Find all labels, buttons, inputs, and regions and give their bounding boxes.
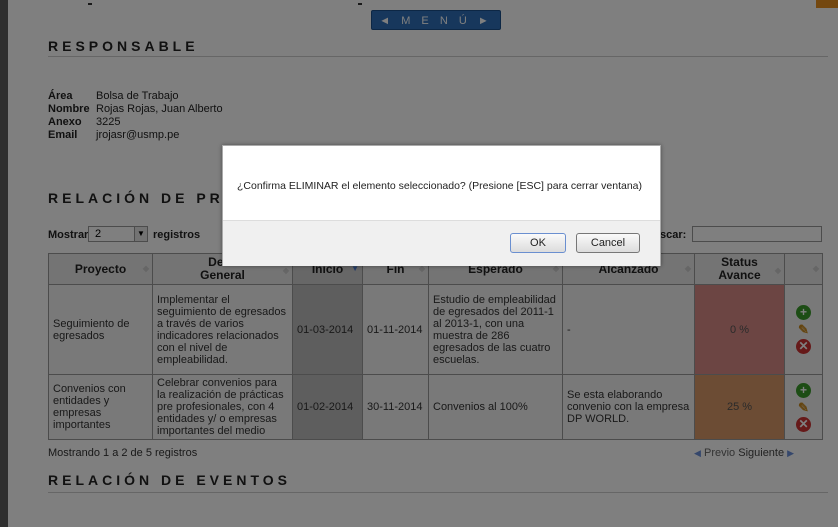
confirm-dialog: ¿Confirma ELIMINAR el elemento seleccion… <box>222 145 661 266</box>
dialog-button-bar: OK Cancel <box>223 220 660 266</box>
ok-button[interactable]: OK <box>510 233 566 253</box>
cancel-button[interactable]: Cancel <box>576 233 640 253</box>
confirm-message: ¿Confirma ELIMINAR el elemento seleccion… <box>237 180 643 192</box>
